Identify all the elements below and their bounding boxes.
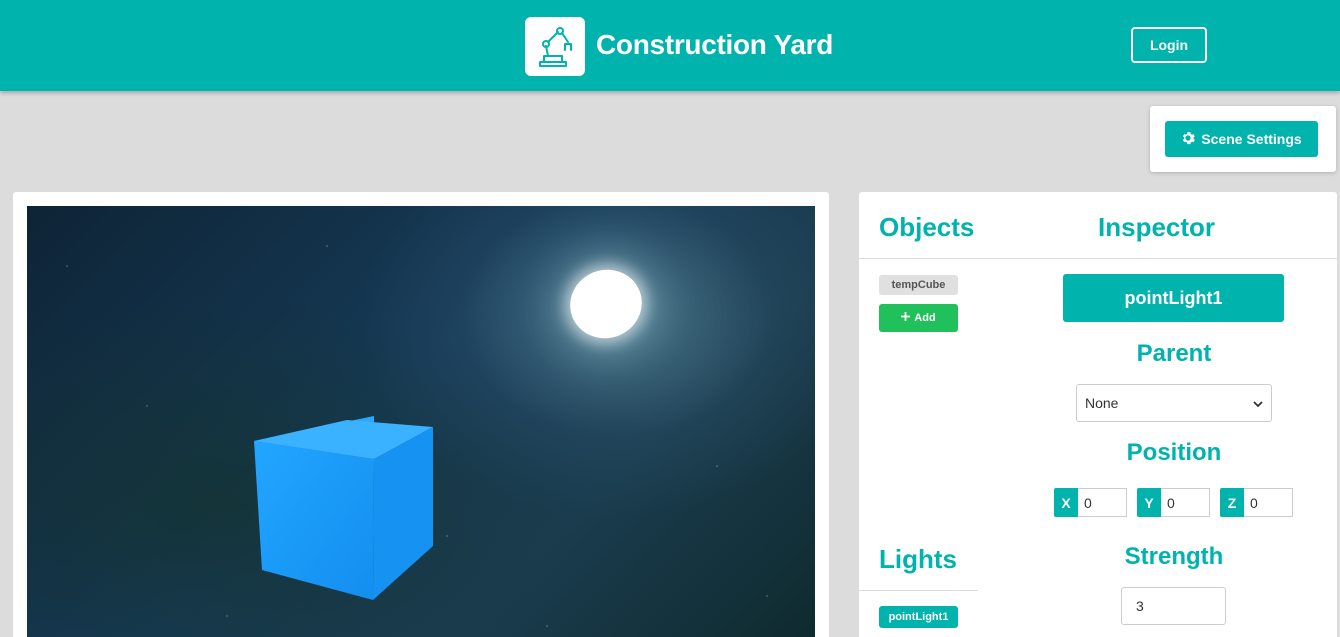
plus-icon (901, 312, 911, 324)
position-x-field[interactable]: X 0 (1054, 488, 1127, 517)
inspector-heading: Inspector (1098, 212, 1216, 242)
position-x-input[interactable]: 0 (1078, 488, 1127, 517)
scene-settings-label: Scene Settings (1201, 131, 1302, 147)
login-button[interactable]: Login (1131, 27, 1207, 63)
app-title: Construction Yard (596, 29, 834, 60)
scene-settings-card: Scene Settings (1150, 106, 1336, 172)
strength-heading: Strength (1124, 543, 1224, 570)
temp-cube-mesh[interactable] (247, 416, 447, 606)
objects-heading: Objects (879, 212, 975, 242)
add-object-label: Add (914, 312, 936, 324)
editor-panel: Objects Inspector tempCube Add Lights po… (859, 192, 1337, 637)
scene-settings-button[interactable]: Scene Settings (1165, 121, 1318, 157)
lights-heading: Lights (879, 544, 957, 574)
top-bar: Construction Yard Login (0, 0, 1340, 91)
gear-icon (1181, 131, 1196, 148)
viewport-card (13, 192, 829, 637)
position-z-label: Z (1220, 488, 1244, 517)
position-y-field[interactable]: Y 0 (1137, 488, 1210, 517)
position-z-field[interactable]: Z 0 (1220, 488, 1293, 517)
divider (859, 258, 1337, 259)
position-z-input[interactable]: 0 (1244, 488, 1293, 517)
robot-arm-icon (525, 17, 585, 76)
chevron-down-icon (1253, 395, 1263, 411)
position-heading: Position (1126, 439, 1222, 466)
divider (859, 590, 978, 591)
parent-select[interactable]: None (1076, 384, 1272, 422)
position-x-label: X (1054, 488, 1078, 517)
parent-select-value: None (1085, 395, 1119, 411)
3d-viewport[interactable] (27, 206, 815, 637)
position-y-input[interactable]: 0 (1161, 488, 1210, 517)
position-y-label: Y (1137, 488, 1161, 517)
light-item-pointlight1[interactable]: pointLight1 (879, 606, 958, 628)
parent-heading: Parent (1136, 340, 1212, 367)
selected-object-name: pointLight1 (1063, 274, 1284, 322)
object-item-tempcube[interactable]: tempCube (879, 275, 958, 295)
strength-input[interactable]: 3 (1121, 587, 1226, 625)
add-object-button[interactable]: Add (879, 304, 958, 332)
